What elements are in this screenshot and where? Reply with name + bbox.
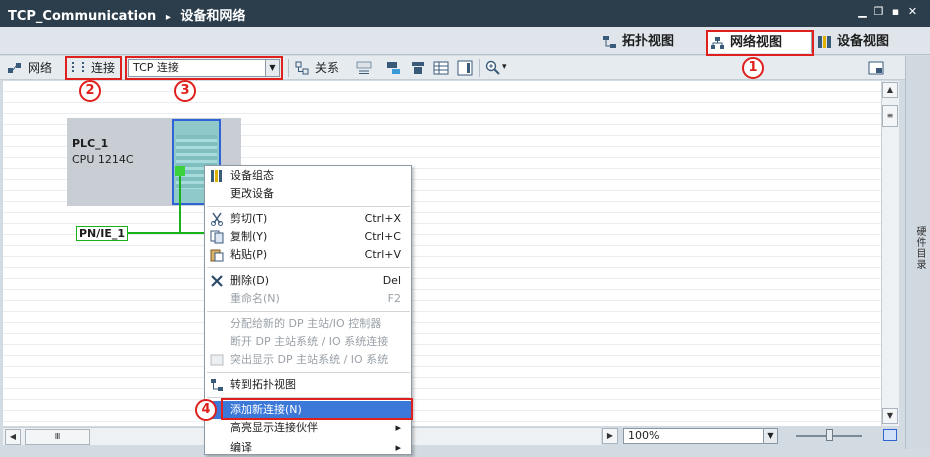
task-card-panel[interactable]: 硬件目录 [905, 56, 930, 449]
topology-icon [603, 36, 616, 48]
menu-item-device-config[interactable]: 设备组态 [206, 167, 411, 185]
screenshot-icon[interactable] [868, 60, 884, 76]
tab-label: 拓扑视图 [622, 34, 675, 49]
zoom-slider-handle[interactable] [826, 429, 833, 441]
menu-item-delete[interactable]: 删除(D) Del [206, 272, 411, 290]
delete-icon [211, 275, 223, 287]
network-link [128, 232, 208, 234]
title-bar: TCP_Communication ▸ 设备和网络 ▁ ❐ ▪ ✕ [0, 0, 930, 27]
overview-icon[interactable] [386, 60, 402, 76]
menu-item-rename: 重命名(N) F2 [230, 292, 401, 305]
menu-item-compile[interactable]: 编译 ▸ [206, 439, 411, 457]
profinet-port[interactable] [175, 166, 185, 176]
module-icon[interactable] [410, 60, 426, 76]
topology-icon [211, 379, 223, 391]
toolbar-divider [479, 59, 480, 77]
menu-item-assign-master: 分配给新的 DP 主站/IO 控制器 [230, 317, 382, 330]
chevron-down-icon[interactable]: ▼ [763, 429, 777, 443]
network-mode-icon[interactable] [7, 60, 23, 76]
scroll-right-icon[interactable]: ▶ [602, 428, 618, 444]
highlight-icon [210, 354, 224, 366]
submenu-arrow-icon: ▸ [395, 421, 401, 434]
annotation-box-add-connection [221, 398, 413, 420]
device-type: CPU 1214C [72, 153, 134, 166]
hardware-catalog-tab[interactable]: 硬件目录 [912, 226, 927, 270]
menu-separator [207, 372, 410, 373]
scroll-up-icon[interactable]: ▲ [882, 82, 898, 98]
scroll-down-icon[interactable]: ▼ [882, 408, 898, 424]
relations-button[interactable]: 关系 [315, 59, 339, 77]
breadcrumb-separator: ▸ [165, 12, 171, 23]
fit-view-icon[interactable] [883, 429, 897, 441]
scroll-thumb[interactable]: Ⅲ [25, 429, 90, 445]
cut-icon [211, 212, 223, 226]
menu-separator [207, 311, 410, 312]
table-view-icon[interactable] [433, 60, 449, 76]
tab-device-view[interactable]: 设备视图 [815, 31, 889, 53]
annotation-marker: 1 [742, 57, 764, 79]
close-icon[interactable]: ✕ [906, 5, 919, 18]
subnet-label[interactable]: PN/IE_1 [76, 226, 128, 241]
zoom-dropdown-icon[interactable]: ▾ [502, 62, 507, 72]
float-icon[interactable]: ▪ [889, 5, 902, 18]
paste-icon [210, 249, 224, 262]
menu-item-paste[interactable]: 粘贴(P) Ctrl+V [206, 246, 411, 264]
minimize-icon[interactable]: ▁ [856, 5, 869, 18]
tab-topology-view[interactable]: 拓扑视图 [600, 31, 674, 53]
submenu-arrow-icon: ▸ [395, 441, 401, 454]
tab-label: 设备视图 [837, 34, 890, 49]
network-link [179, 176, 181, 233]
annotation-box-network-view [706, 30, 814, 56]
annotation-box-connections [65, 56, 122, 80]
menu-item-change-device[interactable]: 更改设备 [206, 185, 411, 203]
annotation-marker: 2 [79, 80, 101, 102]
menu-separator [207, 206, 410, 207]
breadcrumb-location: 设备和网络 [180, 9, 246, 24]
scroll-left-icon[interactable]: ◀ [5, 429, 21, 445]
annotation-marker: 4 [195, 399, 217, 421]
network-mode-button[interactable]: 网络 [28, 59, 52, 77]
zoom-value: 100% [628, 429, 660, 442]
menu-item-highlight-master: 突出显示 DP 主站系统 / IO 系统 [206, 351, 411, 369]
zoom-select[interactable]: 100% ▼ [623, 428, 778, 444]
annotation-marker: 3 [174, 80, 196, 102]
menu-item-cut[interactable]: 剪切(T) Ctrl+X [206, 210, 411, 228]
name-labels-icon[interactable] [356, 60, 372, 76]
zoom-in-icon[interactable] [485, 60, 501, 76]
toolbar-divider [288, 59, 289, 77]
annotation-box-connection-type [125, 56, 283, 80]
copy-icon [210, 230, 224, 244]
menu-separator [207, 267, 410, 268]
menu-item-copy[interactable]: 复制(Y) Ctrl+C [206, 228, 411, 246]
device-config-icon [211, 170, 222, 182]
window-title: TCP_Communication ▸ 设备和网络 [8, 5, 245, 24]
restore-icon[interactable]: ❐ [872, 5, 885, 18]
device-icon [818, 36, 831, 48]
menu-item-disconnect-master: 断开 DP 主站系统 / IO 系统连接 [230, 335, 389, 348]
panel-toggle-icon[interactable] [457, 60, 473, 76]
project-name: TCP_Communication [8, 9, 157, 24]
relations-icon[interactable] [294, 60, 310, 76]
menu-item-goto-topology[interactable]: 转到拓扑视图 [206, 376, 411, 394]
vertical-scrollbar[interactable]: ▲ ≡ ▼ [881, 81, 899, 426]
device-name: PLC_1 [72, 137, 109, 150]
scroll-thumb[interactable]: ≡ [882, 105, 898, 127]
menu-item-highlight-partner[interactable]: 高亮显示连接伙伴 ▸ [206, 419, 411, 437]
